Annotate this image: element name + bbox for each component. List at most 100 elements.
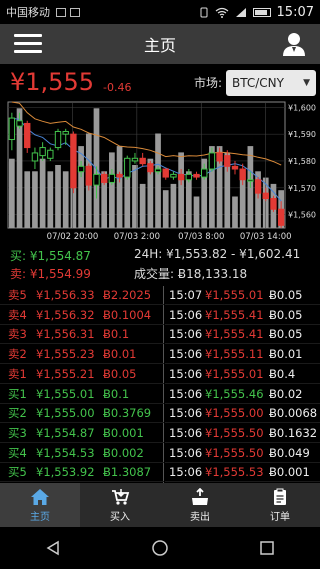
- recents-button[interactable]: [247, 533, 287, 563]
- candlestick-chart: ¥1,600 ¥1,590 ¥1,580 ¥1,570 ¥1,560 07/02 20:0…: [7, 101, 316, 242]
- order-amount: Ƀ0.3769: [103, 406, 152, 421]
- trade-row: 15:06 ¥1,555.01 Ƀ0.4: [165, 365, 320, 384]
- volume-bar: [155, 133, 161, 228]
- carrier-label: 中国移动: [6, 6, 50, 19]
- trade-row: 15:06 ¥1,555.50 Ƀ0.1632: [165, 424, 320, 443]
- trade-time: 15:06: [169, 347, 203, 362]
- order-book-row[interactable]: 卖5 ¥1,556.33 Ƀ2.2025: [0, 286, 164, 305]
- trade-row: 15:06 ¥1,555.11 Ƀ0.01: [165, 345, 320, 365]
- candle-body: [224, 155, 231, 167]
- tab-sell[interactable]: 卖出: [160, 483, 240, 527]
- candle-body: [216, 152, 223, 162]
- volume-bar: [47, 171, 54, 228]
- volume-bar: [232, 196, 238, 228]
- x-tick-label: 07/03 2:00: [114, 232, 160, 242]
- order-price: ¥1,554.53: [36, 445, 95, 460]
- candle-body: [154, 168, 162, 173]
- trade-time: 15:06: [169, 465, 203, 480]
- order-amount: Ƀ0.05: [103, 366, 137, 381]
- order-book-row[interactable]: 卖3 ¥1,556.31 Ƀ0.1: [0, 325, 164, 345]
- order-book-row[interactable]: 买1 ¥1,555.01 Ƀ0.1: [0, 385, 164, 404]
- tab-orders[interactable]: 订单: [240, 483, 320, 527]
- order-amount: Ƀ0.002: [103, 445, 144, 460]
- candle-body: [77, 165, 85, 173]
- status-bar: 中国移动 15:07: [0, 0, 320, 24]
- tab-home[interactable]: 主页: [0, 483, 80, 527]
- tab-orders-label: 订单: [270, 511, 290, 523]
- volume-bar: [116, 146, 123, 228]
- volume-bar: [55, 165, 61, 228]
- order-amount: Ƀ0.1004: [103, 307, 152, 322]
- order-book-row[interactable]: 买3 ¥1,554.87 Ƀ0.001: [0, 424, 164, 443]
- back-button[interactable]: [33, 533, 73, 563]
- trade-price: ¥1,555.50: [205, 445, 264, 460]
- price-chart[interactable]: ¥1,600 ¥1,590 ¥1,580 ¥1,570 ¥1,560 07/02 20:0…: [0, 100, 320, 242]
- order-book-row[interactable]: 买2 ¥1,555.00 Ƀ0.3769: [0, 404, 164, 424]
- x-tick-label: 07/02 20:00: [47, 232, 99, 242]
- trade-amount: Ƀ0.02: [269, 386, 303, 401]
- trade-time: 15:06: [169, 445, 203, 460]
- order-level-label: 卖4: [8, 307, 27, 322]
- order-book-row[interactable]: 卖1 ¥1,555.21 Ƀ0.05: [0, 365, 164, 384]
- order-amount: Ƀ0.001: [103, 425, 144, 440]
- menu-icon[interactable]: [14, 34, 42, 54]
- candle-body: [139, 157, 146, 165]
- volume-bar: [9, 158, 15, 228]
- trade-time: 15:06: [169, 307, 203, 322]
- market-label: 市场:: [194, 76, 223, 90]
- trade-row: 15:06 ¥1,555.41 Ƀ0.05: [165, 306, 320, 325]
- trade-amount: Ƀ0.05: [269, 288, 303, 302]
- trade-time: 15:07: [169, 288, 203, 302]
- volume-bar: [39, 158, 46, 228]
- user-icon[interactable]: [280, 30, 308, 58]
- signal-icon: [235, 7, 246, 17]
- candle-body: [108, 173, 116, 183]
- home-button[interactable]: [140, 533, 180, 563]
- candle-body: [170, 173, 177, 178]
- candle-body: [93, 173, 100, 186]
- order-level-label: 卖2: [8, 347, 27, 362]
- volume-24h: 成交量: Ƀ18,133.18: [134, 267, 248, 281]
- orders-icon: [274, 488, 286, 505]
- order-book-row[interactable]: 卖4 ¥1,556.32 Ƀ0.1004: [0, 306, 164, 325]
- trade-price: ¥1,555.41: [205, 327, 264, 342]
- order-book-row[interactable]: 买4 ¥1,554.53 Ƀ0.002: [0, 444, 164, 463]
- candle-body: [193, 173, 200, 178]
- trade-row: 15:06 ¥1,555.46 Ƀ0.02: [165, 385, 320, 404]
- last-price: ¥1,555: [10, 68, 94, 96]
- order-price: ¥1,556.33: [36, 288, 95, 302]
- page-title: 主页: [143, 36, 176, 55]
- trade-row: 15:06 ¥1,555.50 Ƀ0.049: [165, 444, 320, 463]
- order-amount: Ƀ0.1: [103, 386, 130, 401]
- order-book-row[interactable]: 卖2 ¥1,555.23 Ƀ0.01: [0, 345, 164, 365]
- trade-amount: Ƀ0.05: [269, 307, 303, 322]
- wifi-icon: [215, 7, 228, 18]
- order-level-label: 卖1: [8, 366, 27, 381]
- candle-body: [201, 168, 208, 178]
- market-select[interactable]: BTC/CNY ▼: [226, 70, 316, 96]
- order-amount: Ƀ2.2025: [103, 288, 152, 302]
- tab-buy-label: 买入: [110, 511, 130, 523]
- trade-row: 15:07 ¥1,555.01 Ƀ0.05: [165, 286, 320, 305]
- trade-row: 15:06 ¥1,555.53 Ƀ0.001: [165, 463, 320, 483]
- order-price: ¥1,555.23: [36, 347, 95, 362]
- trade-price: ¥1,555.46: [205, 386, 264, 401]
- candle-body: [39, 147, 46, 157]
- buy-icon: [112, 488, 130, 505]
- trade-time: 15:06: [169, 406, 203, 421]
- y-tick-label: ¥1,580: [288, 157, 316, 166]
- volume-bar: [78, 146, 84, 228]
- order-book-row[interactable]: 买5 ¥1,553.92 Ƀ1.3087: [0, 463, 164, 483]
- app-header: 主页: [0, 24, 320, 64]
- home-icon: [31, 488, 49, 505]
- trade-price: ¥1,555.00: [205, 406, 264, 421]
- tab-buy[interactable]: 买入: [80, 483, 160, 527]
- candle-body: [54, 130, 62, 149]
- candle-body: [177, 173, 185, 181]
- x-tick-label: 07/03 8:00: [178, 232, 224, 242]
- candle-body: [270, 198, 277, 210]
- order-level-label: 买2: [8, 406, 27, 421]
- market-stats: 买: ¥1,554.87 卖: ¥1,554.99 24H: ¥1,553.82…: [0, 244, 320, 286]
- order-price: ¥1,556.32: [36, 307, 95, 322]
- best-bid: 买: ¥1,554.87: [10, 249, 91, 263]
